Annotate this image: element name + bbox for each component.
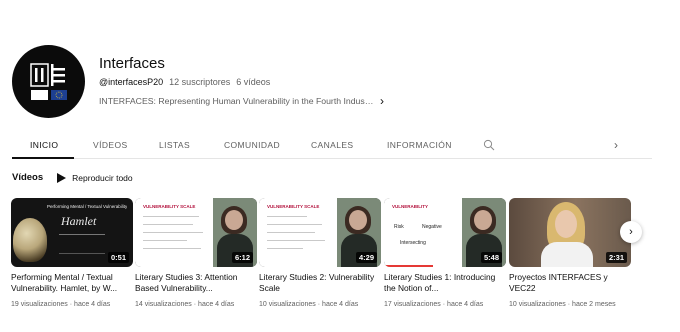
slide-line	[267, 248, 303, 249]
video-card[interactable]: 2:31 Proyectos INTERFACES y VEC22 10 vis…	[509, 198, 631, 308]
channel-meta: @interfacesP20 12 suscriptores 6 vídeos	[99, 77, 270, 87]
thumb-title-text: Hamlet	[61, 214, 97, 228]
video-views: 10 visualizaciones	[259, 301, 316, 308]
slide-line	[143, 216, 199, 217]
slide-line	[143, 248, 201, 249]
video-title[interactable]: Literary Studies 1: Introducing the Noti…	[384, 272, 506, 294]
video-age: hace 4 días	[74, 301, 111, 308]
video-meta: 14 visualizaciones · hace 4 días	[135, 301, 235, 308]
video-duration: 2:31	[605, 252, 627, 263]
slide-image: VULNERABILITY SCALE	[135, 198, 213, 267]
video-age: hace 2 meses	[572, 301, 616, 308]
slide-word-risk: Risk	[394, 224, 404, 230]
thumb-caption-lines	[59, 234, 105, 254]
tab-canales[interactable]: CANALES	[311, 140, 353, 150]
play-icon	[57, 172, 67, 183]
slide-word-intersecting: Intersecting	[400, 240, 426, 246]
slide-heading: VULNERABILITY SCALE	[143, 204, 196, 209]
channel-handle: @interfacesP20	[99, 77, 164, 87]
video-thumbnail[interactable]: VULNERABILITY SCALE 6:12	[135, 198, 257, 267]
video-views: 17 visualizaciones	[384, 301, 441, 308]
slide-line	[267, 232, 315, 233]
video-card[interactable]: VULNERABILITY Risk Negative Intersecting…	[384, 198, 506, 308]
tab-comunidad[interactable]: COMUNIDAD	[224, 140, 280, 150]
slide-line	[143, 232, 203, 233]
progress-bar	[384, 265, 433, 267]
slide-image: VULNERABILITY SCALE	[259, 198, 337, 267]
video-card[interactable]: VULNERABILITY SCALE 4:29 Literary Studie…	[259, 198, 381, 308]
chevron-right-icon: ›	[380, 94, 384, 108]
video-duration: 0:51	[107, 252, 129, 263]
slide-word-negative: Negative	[422, 224, 442, 230]
video-age: hace 4 días	[322, 301, 359, 308]
video-thumbnail[interactable]: VULNERABILITY Risk Negative Intersecting…	[384, 198, 506, 267]
carousel-next-chevron-icon[interactable]: ›	[620, 221, 642, 243]
search-icon[interactable]	[483, 138, 495, 156]
slide-image: VULNERABILITY Risk Negative Intersecting	[384, 198, 462, 267]
video-duration: 5:48	[480, 252, 502, 263]
slide-heading: VULNERABILITY SCALE	[267, 204, 320, 209]
channel-tabs: INICIO VÍDEOS LISTAS COMUNIDAD CANALES I…	[12, 131, 652, 159]
tab-informacion[interactable]: INFORMACIÓN	[387, 140, 452, 150]
channel-avatar[interactable]	[12, 45, 85, 118]
channel-name: Interfaces	[99, 55, 165, 72]
video-age: hace 4 días	[198, 301, 235, 308]
channel-description: INTERFACES: Representing Human Vulnerabi…	[99, 96, 374, 106]
presenter-image	[537, 198, 597, 267]
videos-section-header: Vídeos Reproducir todo	[12, 172, 133, 183]
tab-inicio[interactable]: INICIO	[30, 140, 58, 150]
play-all-button[interactable]: Reproducir todo	[57, 172, 133, 183]
tab-videos[interactable]: VÍDEOS	[93, 140, 128, 150]
skull-image	[13, 218, 47, 262]
slide-line	[143, 240, 187, 241]
tabs-next-chevron-icon[interactable]: ›	[614, 138, 618, 152]
slide-line	[267, 240, 325, 241]
video-meta: 10 visualizaciones · hace 4 días	[259, 301, 359, 308]
video-views: 10 visualizaciones	[509, 301, 566, 308]
subscriber-count: 12 suscriptores	[169, 77, 231, 87]
video-views: 14 visualizaciones	[135, 301, 192, 308]
video-count: 6 vídeos	[236, 77, 271, 87]
tab-listas[interactable]: LISTAS	[159, 140, 190, 150]
video-thumbnail[interactable]: 2:31	[509, 198, 631, 267]
video-title[interactable]: Literary Studies 3: Attention Based Vuln…	[135, 272, 257, 294]
video-duration: 4:29	[355, 252, 377, 263]
video-age: hace 4 días	[447, 301, 484, 308]
video-meta: 17 visualizaciones · hace 4 días	[384, 301, 484, 308]
video-title[interactable]: Literary Studies 2: Vulnerability Scale	[259, 272, 381, 294]
video-title[interactable]: Performing Mental / Textual Vulnerabilit…	[11, 272, 133, 294]
video-card[interactable]: Performing Mental / Textual Vulnerabilit…	[11, 198, 133, 308]
active-tab-underline	[12, 157, 74, 159]
video-meta: 10 visualizaciones · hace 2 meses	[509, 301, 616, 308]
video-meta: 19 visualizaciones · hace 4 días	[11, 301, 111, 308]
video-card[interactable]: VULNERABILITY SCALE 6:12 Literary Studie…	[135, 198, 257, 308]
video-duration: 6:12	[231, 252, 253, 263]
video-views: 19 visualizaciones	[11, 301, 68, 308]
channel-description-link[interactable]: INTERFACES: Representing Human Vulnerabi…	[99, 94, 399, 108]
play-all-label: Reproducir todo	[72, 172, 133, 183]
slide-line	[143, 224, 193, 225]
channel-logo-icon	[28, 61, 69, 102]
thumb-header-text: Performing Mental / Textual Vulnerabilit…	[47, 204, 127, 209]
slide-heading: VULNERABILITY	[392, 204, 428, 209]
section-title: Vídeos	[12, 172, 44, 183]
channel-page: Interfaces @interfacesP20 12 suscriptore…	[0, 0, 680, 332]
video-thumbnail[interactable]: VULNERABILITY SCALE 4:29	[259, 198, 381, 267]
video-thumbnail[interactable]: Performing Mental / Textual Vulnerabilit…	[11, 198, 133, 267]
slide-line	[267, 216, 307, 217]
video-title[interactable]: Proyectos INTERFACES y VEC22	[509, 272, 631, 294]
slide-line	[267, 224, 322, 225]
